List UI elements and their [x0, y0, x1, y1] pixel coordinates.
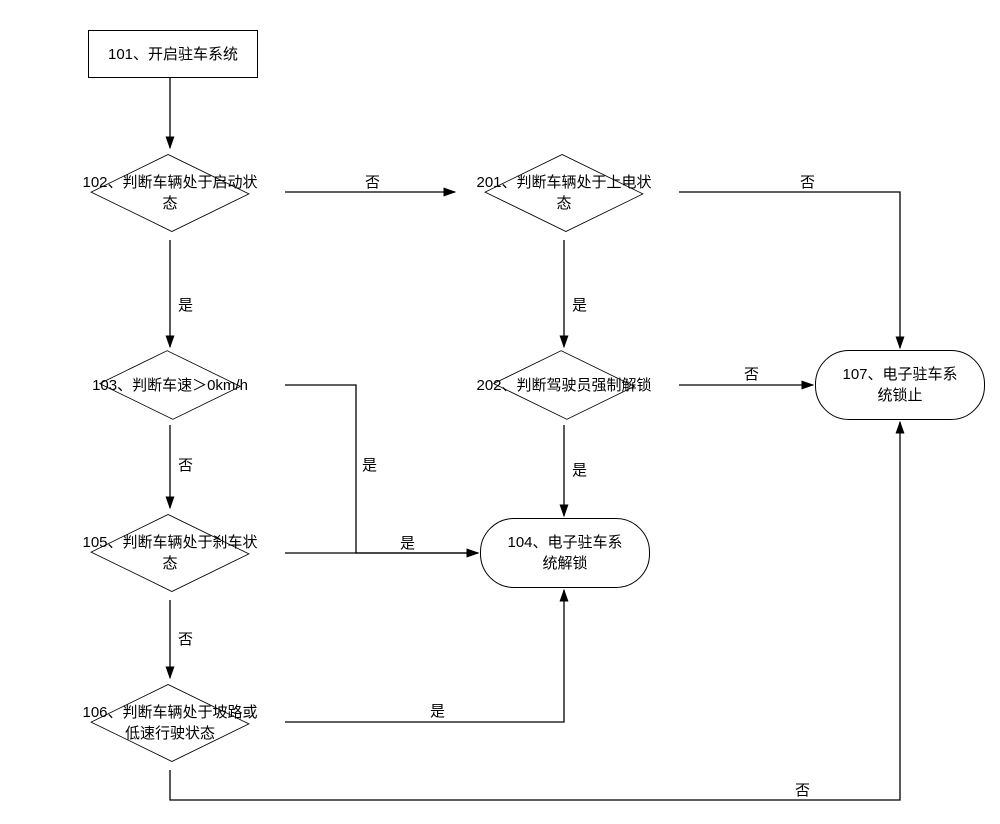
node-102-decision: 102、判断车辆处于启动状 态 [55, 138, 285, 248]
edge-label-103-no: 否 [178, 454, 193, 475]
edge-label-105-no: 否 [178, 628, 193, 649]
edge-label-201-no: 否 [800, 171, 815, 192]
node-201-label: 201、判断车辆处于上电状 态 [476, 172, 651, 214]
node-105-decision: 105、判断车辆处于刹车状 态 [55, 498, 285, 608]
node-105-label: 105、判断车辆处于刹车状 态 [82, 532, 257, 574]
edge-label-102-yes: 是 [178, 294, 193, 315]
edge-label-103-yes: 是 [362, 454, 377, 475]
node-102-label: 102、判断车辆处于启动状 态 [82, 172, 257, 214]
node-104-terminal: 104、电子驻车系 统解锁 [480, 518, 650, 588]
node-106-decision: 106、判断车辆处于坡路或 低速行驶状态 [55, 668, 285, 778]
edge-label-106-no: 否 [795, 779, 810, 800]
node-101-start: 101、开启驻车系统 [88, 30, 258, 78]
node-107-terminal: 107、电子驻车系 统锁止 [815, 350, 985, 420]
edge-label-202-no: 否 [744, 363, 759, 384]
edge-label-202-yes: 是 [572, 459, 587, 480]
node-103-decision: 103、判断车速＞0km/h [55, 340, 285, 430]
edge-label-106-yes: 是 [430, 700, 445, 721]
node-104-label: 104、电子驻车系 统解锁 [507, 532, 622, 574]
node-201-decision: 201、判断车辆处于上电状 态 [449, 138, 679, 248]
node-107-label: 107、电子驻车系 统锁止 [842, 364, 957, 406]
node-202-label: 202、判断驾驶员强制解锁 [476, 375, 651, 396]
node-202-decision: 202、判断驾驶员强制解锁 [449, 340, 679, 430]
edge-label-105-yes: 是 [400, 532, 415, 553]
edge-label-102-no: 否 [365, 171, 380, 192]
edge-label-201-yes: 是 [572, 294, 587, 315]
node-103-label: 103、判断车速＞0km/h [92, 375, 248, 396]
node-101-label: 101、开启驻车系统 [108, 44, 238, 65]
node-106-label: 106、判断车辆处于坡路或 低速行驶状态 [82, 702, 257, 744]
